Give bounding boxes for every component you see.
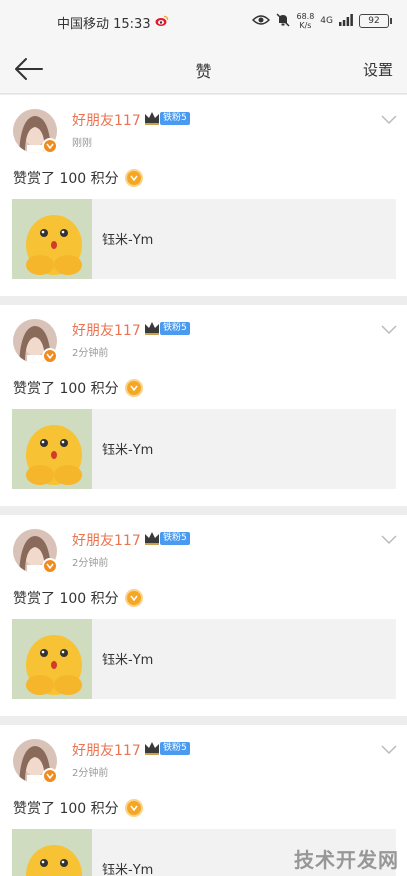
post-thumbnail — [12, 829, 92, 876]
fan-level-badge: 铁粉5 — [160, 322, 190, 335]
watermark: 技术开发网 — [294, 848, 399, 872]
verified-badge-icon — [42, 558, 58, 574]
reward-text: 赞赏了 100 积分 — [13, 801, 119, 817]
post-preview[interactable]: 钰米-Ym — [12, 619, 396, 699]
fan-level-badge: 铁粉5 — [160, 532, 190, 545]
post-author: 钰米-Ym — [102, 653, 154, 668]
reward-line: 赞赏了 100 积分 — [13, 798, 143, 818]
time-text: 刚刚 — [72, 138, 92, 149]
reward-line: 赞赏了 100 积分 — [13, 378, 143, 398]
time-text: 2分钟前 — [72, 768, 109, 779]
like-notification-card[interactable]: 好朋友117 铁粉5 2分钟前 赞赏了 100 积分 钰米-Ym — [0, 515, 407, 716]
page-title: 赞 — [195, 62, 212, 81]
post-author: 钰米-Ym — [102, 863, 154, 876]
post-preview[interactable]: 钰米-Ym — [12, 409, 396, 489]
post-thumbnail — [12, 199, 92, 279]
reward-text: 赞赏了 100 积分 — [13, 591, 119, 607]
net-speed-value: 68.8 — [296, 12, 315, 21]
eye-icon — [252, 14, 271, 29]
status-bar: 中国移动 15:33 68.8 K/s 4G 92 — [0, 0, 407, 44]
reward-text: 赞赏了 100 积分 — [13, 171, 119, 187]
coin-icon — [124, 589, 143, 607]
chevron-down-icon — [381, 745, 397, 755]
like-notification-card[interactable]: 好朋友117 铁粉5 刚刚 赞赏了 100 积分 钰米-Ym — [0, 95, 407, 296]
verified-badge-icon — [42, 768, 58, 784]
mute-bell-icon — [276, 12, 291, 30]
post-thumbnail — [12, 409, 92, 489]
expand-button[interactable] — [381, 111, 397, 125]
nav-bar: 赞 设置 — [0, 44, 407, 94]
like-notification-card[interactable]: 好朋友117 铁粉5 2分钟前 赞赏了 100 积分 钰米-Ym — [0, 305, 407, 506]
reward-line: 赞赏了 100 积分 — [13, 588, 143, 608]
signal-icon — [339, 13, 353, 29]
reward-line: 赞赏了 100 积分 — [13, 168, 143, 188]
net-speed-unit: K/s — [299, 21, 312, 30]
username[interactable]: 好朋友117 — [72, 740, 141, 760]
time-text: 2分钟前 — [72, 348, 109, 359]
post-author: 钰米-Ym — [102, 233, 154, 248]
coin-icon — [124, 169, 143, 187]
post-preview[interactable]: 钰米-Ym — [12, 199, 396, 279]
chevron-down-icon — [381, 325, 397, 335]
username[interactable]: 好朋友117 — [72, 530, 141, 550]
time-text: 2分钟前 — [72, 558, 109, 569]
coin-icon — [124, 379, 143, 397]
network-type: 4G — [320, 16, 333, 26]
crown-icon — [143, 739, 161, 757]
expand-button[interactable] — [381, 531, 397, 545]
reward-text: 赞赏了 100 积分 — [13, 381, 119, 397]
post-author: 钰米-Ym — [102, 443, 154, 458]
username[interactable]: 好朋友117 — [72, 110, 141, 130]
chevron-down-icon — [381, 115, 397, 125]
expand-button[interactable] — [381, 741, 397, 755]
chevron-down-icon — [381, 535, 397, 545]
verified-badge-icon — [42, 138, 58, 154]
expand-button[interactable] — [381, 321, 397, 335]
verified-badge-icon — [42, 348, 58, 364]
weibo-notification-icon — [155, 15, 169, 31]
status-left: 中国移动 15:33 — [57, 13, 169, 32]
status-right: 68.8 K/s 4G 92 — [252, 12, 392, 30]
net-speed: 68.8 K/s — [296, 12, 314, 30]
fan-level-badge: 铁粉5 — [160, 742, 190, 755]
battery-indicator: 92 — [359, 14, 392, 28]
crown-icon — [143, 319, 161, 337]
settings-button[interactable]: 设置 — [363, 59, 393, 80]
fan-level-badge: 铁粉5 — [160, 112, 190, 125]
carrier-time-text: 中国移动 15:33 — [57, 17, 151, 32]
post-thumbnail — [12, 619, 92, 699]
coin-icon — [124, 799, 143, 817]
crown-icon — [143, 529, 161, 547]
crown-icon — [143, 109, 161, 127]
username[interactable]: 好朋友117 — [72, 320, 141, 340]
